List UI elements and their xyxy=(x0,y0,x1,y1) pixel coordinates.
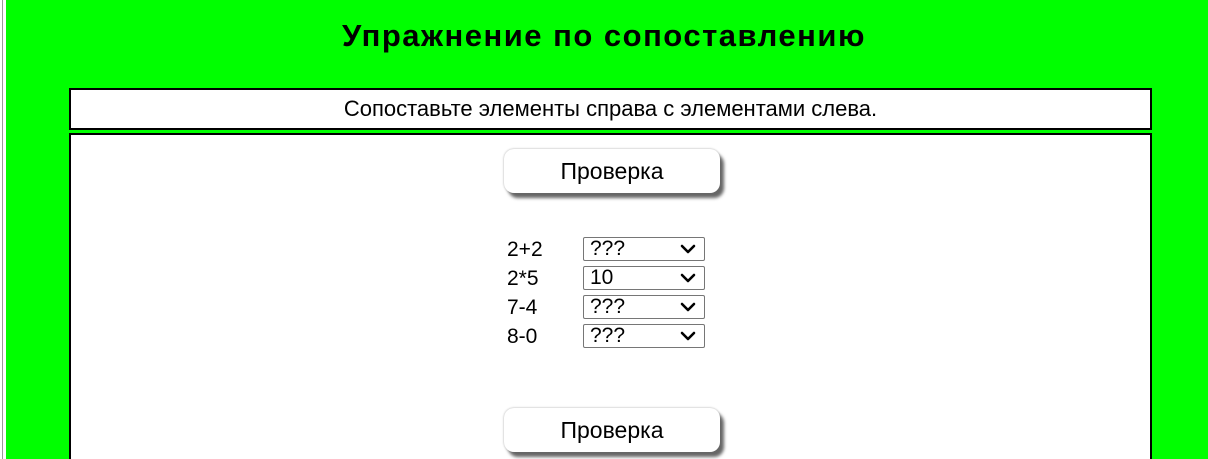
match-row: 2+2 ??? xyxy=(507,236,727,265)
exercise-panel: Проверка 2+2 ??? 2*5 10 7-4 ??? 8-0 ??? … xyxy=(69,133,1152,459)
match-row: 2*5 10 xyxy=(507,265,727,294)
chevron-down-icon xyxy=(680,273,696,283)
matching-list: 2+2 ??? 2*5 10 7-4 ??? 8-0 ??? xyxy=(507,236,727,352)
check-button-bottom[interactable]: Проверка xyxy=(504,408,720,452)
answer-select[interactable]: ??? xyxy=(583,324,705,348)
answer-select[interactable]: ??? xyxy=(583,295,705,319)
match-item-label: 2*5 xyxy=(507,267,539,290)
window-edge xyxy=(0,0,6,459)
answer-select-value: ??? xyxy=(590,295,626,318)
chevron-down-icon xyxy=(680,244,696,254)
chevron-down-icon xyxy=(680,302,696,312)
match-item-label: 8-0 xyxy=(507,325,538,348)
answer-select[interactable]: 10 xyxy=(583,266,705,290)
check-button-top[interactable]: Проверка xyxy=(504,149,720,193)
match-item-label: 7-4 xyxy=(507,296,538,319)
answer-select-value: 10 xyxy=(590,266,614,289)
answer-select-value: ??? xyxy=(590,237,626,260)
exercise-page: Упражнение по сопоставлению Сопоставьте … xyxy=(0,0,1208,459)
answer-select[interactable]: ??? xyxy=(583,237,705,261)
match-row: 8-0 ??? xyxy=(507,323,727,352)
chevron-down-icon xyxy=(680,331,696,341)
page-title: Упражнение по сопоставлению xyxy=(342,18,866,53)
instructions-box: Сопоставьте элементы справа с элементами… xyxy=(69,88,1152,130)
match-row: 7-4 ??? xyxy=(507,294,727,323)
match-item-label: 2+2 xyxy=(507,238,543,261)
answer-select-value: ??? xyxy=(590,324,626,347)
